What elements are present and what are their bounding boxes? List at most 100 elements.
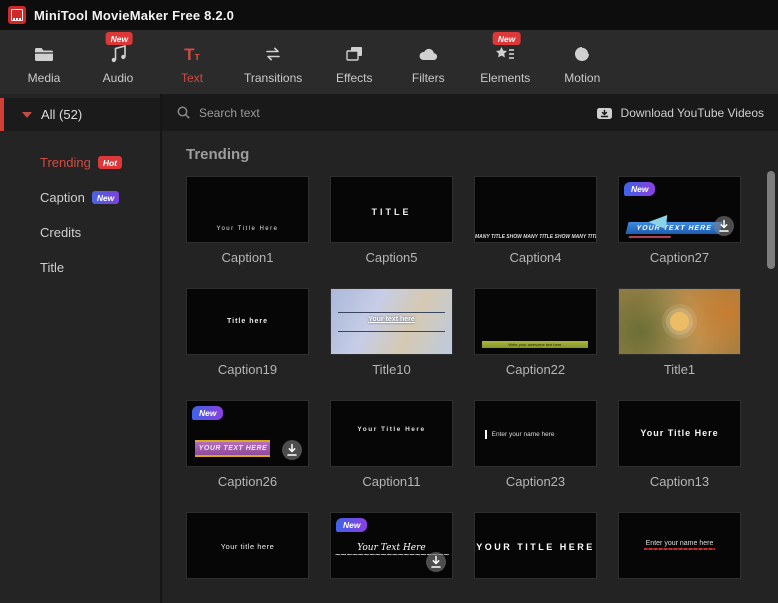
- template-name-label: Caption26: [186, 474, 309, 490]
- template-preview-text: Your Title Here: [187, 226, 308, 232]
- template-thumbnail[interactable]: Your title here: [186, 512, 309, 579]
- template-name-label: Caption19: [186, 362, 309, 378]
- template-card-caption22[interactable]: Write your awesome text here Caption22: [474, 288, 597, 378]
- download-youtube-videos-label: Download YouTube Videos: [621, 106, 764, 120]
- template-preview: Write your awesome text here: [475, 289, 596, 354]
- new-badge: New: [336, 518, 367, 532]
- elements-new-badge: New: [493, 32, 520, 45]
- sidebar-item-title[interactable]: Title: [0, 250, 160, 285]
- template-preview-text: YOUR TITLE HERE: [475, 542, 596, 552]
- template-card-row4-3[interactable]: YOUR TITLE HERE: [474, 512, 597, 602]
- template-card-caption26[interactable]: New YOUR TEXT HERE Caption26: [186, 400, 309, 490]
- template-thumbnail[interactable]: Your Title Here: [330, 400, 453, 467]
- template-name-label: [186, 586, 309, 602]
- download-youtube-videos-button[interactable]: Download YouTube Videos: [596, 105, 764, 121]
- template-thumbnail[interactable]: Your Title Here: [186, 176, 309, 243]
- tab-elements[interactable]: New Elements: [472, 30, 538, 94]
- template-card-caption1[interactable]: Your Title Here Caption1: [186, 176, 309, 266]
- template-preview: Your text here: [331, 289, 452, 354]
- sidebar: All (52) Trending Hot Caption New Credit…: [0, 94, 160, 603]
- download-icon[interactable]: [713, 215, 735, 237]
- template-card-row4-1[interactable]: Your title here: [186, 512, 309, 602]
- template-card-caption11[interactable]: Your Title Here Caption11: [330, 400, 453, 490]
- template-card-caption4[interactable]: MANY TITLE SHOW MANY TITLE SHOW MANY TIT…: [474, 176, 597, 266]
- template-thumbnail[interactable]: TITLE: [330, 176, 453, 243]
- template-preview: TITLE: [331, 177, 452, 242]
- template-card-caption5[interactable]: TITLE Caption5: [330, 176, 453, 266]
- template-thumbnail[interactable]: New YOUR TEXT HERE: [618, 176, 741, 243]
- template-preview-text: MANY TITLE SHOW MANY TITLE SHOW MANY TIT…: [475, 234, 596, 240]
- template-card-title10[interactable]: Your text here Title10: [330, 288, 453, 378]
- template-thumbnail[interactable]: New YOUR TEXT HERE: [186, 400, 309, 467]
- template-preview-text: YOUR TEXT HERE: [626, 222, 723, 234]
- template-name-label: Caption5: [330, 250, 453, 266]
- sidebar-item-credits[interactable]: Credits: [0, 215, 160, 250]
- template-thumbnail[interactable]: [618, 288, 741, 355]
- template-card-caption23[interactable]: Enter your name here Caption23: [474, 400, 597, 490]
- template-preview: YOUR TITLE HERE: [475, 513, 596, 578]
- motion-icon: [572, 42, 592, 66]
- new-badge: New: [624, 182, 655, 196]
- tab-filters[interactable]: Filters: [398, 30, 458, 94]
- sidebar-item-trending[interactable]: Trending Hot: [0, 145, 160, 180]
- template-name-label: [618, 586, 741, 602]
- template-name-label: Title10: [330, 362, 453, 378]
- music-note-icon: [108, 42, 128, 66]
- template-thumbnail[interactable]: MANY TITLE SHOW MANY TITLE SHOW MANY TIT…: [474, 176, 597, 243]
- section-title: Trending: [186, 146, 778, 163]
- filters-icon: [417, 42, 439, 66]
- template-card-title1[interactable]: Title1: [618, 288, 741, 378]
- tab-effects[interactable]: Effects: [324, 30, 384, 94]
- sidebar-item-caption[interactable]: Caption New: [0, 180, 160, 215]
- app-window: MiniTool MovieMaker Free 8.2.0 Media New…: [0, 0, 778, 603]
- template-card-row4-2[interactable]: New Your Text Here: [330, 512, 453, 602]
- vertical-scrollbar[interactable]: [767, 171, 775, 269]
- template-preview-text: Your text here: [331, 316, 452, 323]
- tab-label: Text: [181, 71, 203, 85]
- template-thumbnail[interactable]: Enter your name here: [474, 400, 597, 467]
- template-preview-text: YOUR TEXT HERE: [195, 440, 270, 457]
- search-bar: Search text Download YouTube Videos: [162, 94, 778, 131]
- tab-media[interactable]: Media: [14, 30, 74, 94]
- template-thumbnail[interactable]: Your Title Here: [618, 400, 741, 467]
- tab-audio[interactable]: New Audio: [88, 30, 148, 94]
- template-name-label: Caption1: [186, 250, 309, 266]
- template-preview: Title here: [187, 289, 308, 354]
- template-preview: Your Title Here: [619, 401, 740, 466]
- template-name-label: Title1: [618, 362, 741, 378]
- template-preview-text: Enter your name here: [619, 540, 740, 550]
- search-icon: [176, 105, 191, 120]
- tab-motion[interactable]: Motion: [552, 30, 612, 94]
- search-input[interactable]: Search text: [176, 105, 596, 120]
- template-name-label: Caption11: [330, 474, 453, 490]
- elements-icon: [494, 42, 516, 66]
- template-card-caption13[interactable]: Your Title Here Caption13: [618, 400, 741, 490]
- tab-label: Elements: [480, 71, 530, 85]
- template-thumbnail[interactable]: YOUR TITLE HERE: [474, 512, 597, 579]
- tab-transitions[interactable]: Transitions: [236, 30, 310, 94]
- download-icon[interactable]: [425, 551, 447, 573]
- template-name-label: [330, 586, 453, 602]
- tab-text[interactable]: Tт Text: [162, 30, 222, 94]
- download-icon[interactable]: [281, 439, 303, 461]
- template-preview: Your title here: [187, 513, 308, 578]
- sidebar-group-all[interactable]: All (52): [0, 98, 160, 131]
- template-grid: Your Title Here Caption1 TITLE Caption5 …: [162, 176, 778, 603]
- template-thumbnail[interactable]: Enter your name here: [618, 512, 741, 579]
- template-preview-text: Your Title Here: [331, 426, 452, 433]
- template-card-caption19[interactable]: Title here Caption19: [186, 288, 309, 378]
- template-thumbnail[interactable]: Your text here: [330, 288, 453, 355]
- template-preview: Your Title Here: [331, 401, 452, 466]
- template-thumbnail[interactable]: Title here: [186, 288, 309, 355]
- template-card-row4-4[interactable]: Enter your name here: [618, 512, 741, 602]
- transitions-icon: [262, 42, 284, 66]
- template-thumbnail[interactable]: New Your Text Here: [330, 512, 453, 579]
- app-logo-icon: [8, 6, 26, 24]
- tab-label: Media: [28, 71, 61, 85]
- template-thumbnail[interactable]: Write your awesome text here: [474, 288, 597, 355]
- new-badge: New: [192, 406, 223, 420]
- chevron-down-icon: [22, 112, 32, 118]
- template-name-label: [474, 586, 597, 602]
- template-card-caption27[interactable]: New YOUR TEXT HERE Caption27: [618, 176, 741, 266]
- template-name-label: Caption22: [474, 362, 597, 378]
